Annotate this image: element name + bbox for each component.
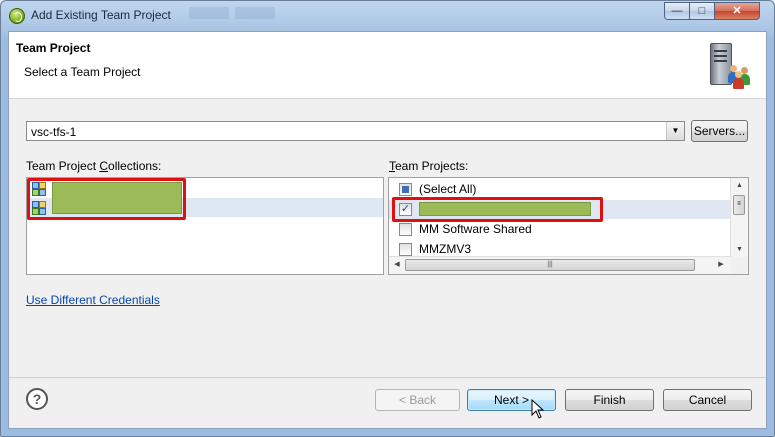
dialog-window: Add Existing Team Project — □ ✕ Team Pro… bbox=[0, 0, 775, 437]
scroll-right-icon[interactable]: ▶ bbox=[713, 257, 729, 273]
cancel-button[interactable]: Cancel bbox=[663, 389, 752, 411]
window-title: Add Existing Team Project bbox=[31, 8, 171, 22]
back-button[interactable]: < Back bbox=[375, 389, 460, 411]
collections-list[interactable] bbox=[26, 177, 384, 275]
server-combobox[interactable]: vsc-tfs-1 ▼ bbox=[26, 121, 685, 141]
finish-button[interactable]: Finish bbox=[565, 389, 654, 411]
scroll-thumb[interactable]: ||| bbox=[405, 259, 695, 271]
project-item-label: MM Software Shared bbox=[419, 222, 532, 236]
select-all-checkbox[interactable] bbox=[399, 183, 412, 196]
footer-divider bbox=[9, 377, 766, 378]
mouse-cursor-icon bbox=[531, 399, 545, 419]
vertical-scrollbar[interactable]: ▲ ≡ ▼ bbox=[730, 178, 748, 259]
scroll-thumb[interactable]: ≡ bbox=[733, 195, 745, 215]
chevron-down-icon[interactable]: ▼ bbox=[666, 122, 684, 140]
eclipse-app-icon bbox=[9, 8, 25, 24]
collections-label: Team Project Collections: bbox=[26, 159, 162, 173]
scroll-down-icon[interactable]: ▼ bbox=[731, 242, 748, 258]
projects-label: Team Projects: bbox=[389, 159, 469, 173]
help-icon[interactable]: ? bbox=[26, 388, 48, 410]
projects-list[interactable]: (Select All) ✓ MM Software Shared MMZMV3… bbox=[388, 177, 749, 275]
project-item-label: MMZMV3 bbox=[419, 242, 471, 256]
horizontal-scrollbar[interactable]: ◀ ||| ▶ bbox=[389, 256, 732, 274]
scroll-up-icon[interactable]: ▲ bbox=[731, 178, 748, 194]
server-users-icon bbox=[706, 41, 752, 89]
highlight-box bbox=[392, 197, 603, 222]
scroll-left-icon[interactable]: ◀ bbox=[389, 257, 405, 273]
servers-button[interactable]: Servers... bbox=[691, 120, 748, 142]
title-bar[interactable]: Add Existing Team Project — □ ✕ bbox=[1, 1, 774, 31]
server-combobox-value: vsc-tfs-1 bbox=[31, 125, 77, 139]
page-subtitle: Select a Team Project bbox=[24, 65, 141, 79]
highlight-box bbox=[27, 178, 186, 220]
project-item[interactable]: MM Software Shared bbox=[389, 220, 748, 239]
scrollbar-corner bbox=[731, 257, 748, 274]
project-item-label: (Select All) bbox=[419, 182, 477, 196]
dialog-body: Team Project Select a Team Project vsc-t… bbox=[8, 31, 767, 429]
project-checkbox[interactable] bbox=[399, 223, 412, 236]
maximize-button[interactable]: □ bbox=[689, 2, 715, 20]
wizard-header: Team Project Select a Team Project bbox=[9, 32, 766, 99]
page-title: Team Project bbox=[16, 41, 91, 55]
use-different-credentials-link[interactable]: Use Different Credentials bbox=[26, 293, 160, 307]
background-window-tabs bbox=[189, 7, 309, 25]
project-checkbox[interactable] bbox=[399, 243, 412, 256]
minimize-button[interactable]: — bbox=[664, 2, 690, 20]
close-button[interactable]: ✕ bbox=[714, 2, 760, 20]
